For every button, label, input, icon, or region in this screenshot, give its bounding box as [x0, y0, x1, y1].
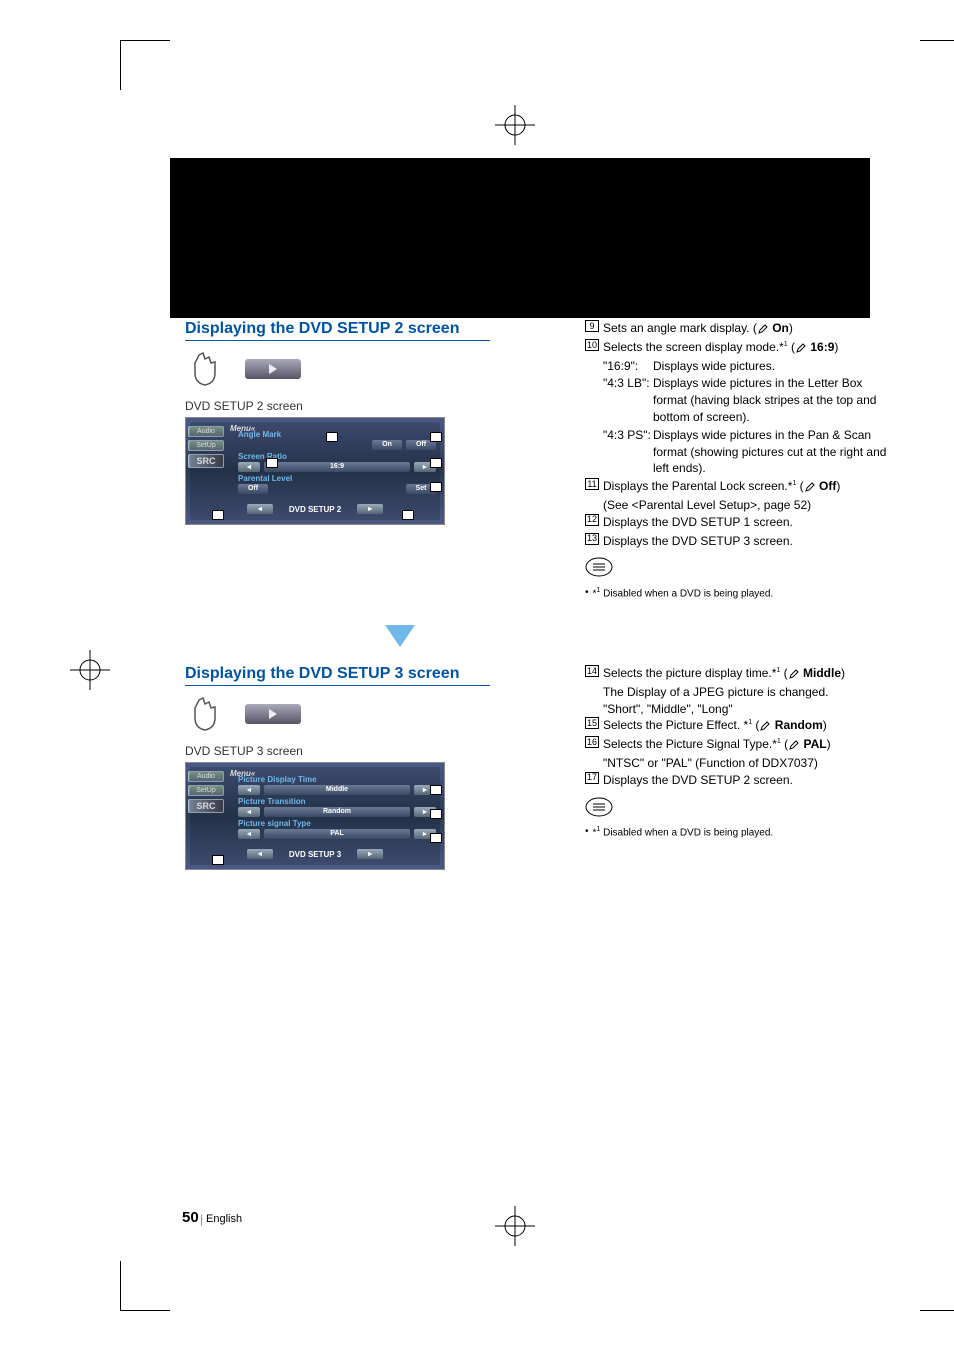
text-16: Selects the Picture Signal Type.* — [603, 737, 777, 751]
default-15: Random — [771, 718, 822, 732]
screen-ratio-prev: ◄ — [238, 462, 260, 472]
touch-hand-icon — [185, 694, 225, 734]
angle-mark-on: On — [372, 440, 402, 450]
section-dvd-setup-3: Displaying the DVD SETUP 3 screen DVD SE… — [185, 665, 875, 870]
default-14: Middle — [800, 666, 841, 680]
dvd-setup-3-screenshot: Audio SetUp SRC Menu Picture Display Tim… — [185, 762, 445, 870]
registration-mark-left — [70, 650, 110, 690]
num-9: 9 — [585, 320, 599, 332]
callout-15: 15 — [430, 809, 442, 819]
next-button[interactable] — [245, 359, 301, 379]
pst-value: PAL — [264, 829, 410, 839]
footer-title: DVD SETUP 2 — [277, 505, 353, 514]
row-pt-label: Picture Transition — [238, 797, 436, 806]
callout-12: 12 — [212, 510, 224, 520]
text-17: Displays the DVD SETUP 2 screen. — [603, 772, 895, 789]
num-12: 12 — [585, 514, 599, 526]
default-10: 16:9 — [807, 340, 834, 354]
text-10: Selects the screen display mode.* — [603, 340, 784, 354]
section-heading: Displaying the DVD SETUP 3 screen — [185, 665, 490, 686]
note-icon — [585, 797, 613, 817]
section1-descriptions: 9 Sets an angle mark display. ( On) 10 S… — [585, 320, 895, 601]
text-15: Selects the Picture Effect. * — [603, 718, 748, 732]
default-9: On — [769, 321, 789, 335]
def-43ps-desc: Displays wide pictures in the Pan & Scan… — [653, 427, 895, 477]
text-12: Displays the DVD SETUP 1 screen. — [603, 514, 895, 531]
parental-level-value: Off — [238, 484, 268, 494]
row-parental-level-label: Parental Level — [238, 474, 436, 483]
callout-16: 16 — [430, 833, 442, 843]
num-16: 16 — [585, 736, 599, 748]
def-43ps-term: "4:3 PS": — [603, 427, 653, 477]
section-dvd-setup-2: Displaying the DVD SETUP 2 screen DVD SE… — [185, 320, 875, 525]
header-black-band — [170, 158, 870, 318]
def-169-desc: Displays wide pictures. — [653, 358, 895, 375]
pencil-icon — [788, 668, 800, 680]
crop-mark-tl — [120, 40, 170, 90]
note-text-1: Disabled when a DVD is being played. — [600, 588, 773, 599]
touch-hand-icon — [185, 349, 225, 389]
text-11b: (See <Parental Level Setup>, page 52) — [603, 497, 895, 514]
row-pst-label: Picture signal Type — [238, 819, 436, 828]
callout-10b: 10 — [430, 458, 442, 468]
screen-ratio-value: 16:9 — [264, 462, 410, 472]
pencil-icon — [788, 739, 800, 751]
section2-descriptions: 14 Selects the picture display time.*1 (… — [585, 665, 895, 841]
note-icon — [585, 557, 613, 577]
pt-value: Random — [264, 807, 410, 817]
crop-mark-tr — [920, 40, 954, 90]
pst-prev: ◄ — [238, 829, 260, 839]
num-17: 17 — [585, 772, 599, 784]
callout-9a: 9 — [326, 432, 338, 442]
num-10: 10 — [585, 339, 599, 351]
footer-next: ► — [357, 504, 383, 514]
def-169-term: "16:9": — [603, 358, 653, 375]
pencil-icon — [757, 323, 769, 335]
registration-mark-top — [495, 105, 535, 145]
def-43lb-desc: Displays wide pictures in the Letter Box… — [653, 375, 895, 425]
text-9: Sets an angle mark display. ( — [603, 321, 757, 335]
pdt-value: Middle — [264, 785, 410, 795]
text-14c: "Short", "Middle", "Long" — [603, 701, 895, 718]
callout-13: 13 — [402, 510, 414, 520]
pencil-icon — [795, 342, 807, 354]
footer-next: ► — [357, 849, 383, 859]
crop-mark-bl — [120, 1261, 170, 1311]
pencil-icon — [759, 720, 771, 732]
def-43lb-term: "4:3 LB": — [603, 375, 653, 425]
default-11: Off — [816, 479, 837, 493]
row-pdt-label: Picture Display Time — [238, 775, 436, 784]
callout-11: 11 — [430, 482, 442, 492]
callout-14: 14 — [430, 785, 442, 795]
text-13: Displays the DVD SETUP 3 screen. — [603, 533, 895, 550]
num-11: 11 — [585, 478, 599, 490]
callout-10a: 10 — [266, 458, 278, 468]
next-button[interactable] — [245, 704, 301, 724]
num-14: 14 — [585, 665, 599, 677]
default-16: PAL — [800, 737, 826, 751]
dvd-setup-2-screenshot: Audio SetUp SRC Menu Angle Mark On Off S… — [185, 417, 445, 525]
note-text-2: Disabled when a DVD is being played. — [600, 828, 773, 839]
text-14b: The Display of a JPEG picture is changed… — [603, 684, 895, 701]
pencil-icon — [804, 481, 816, 493]
text-16b: "NTSC" or "PAL" (Function of DDX7037) — [603, 755, 895, 772]
section-heading: Displaying the DVD SETUP 2 screen — [185, 320, 490, 341]
pt-prev: ◄ — [238, 807, 260, 817]
footer-title: DVD SETUP 3 — [277, 850, 353, 859]
num-13: 13 — [585, 533, 599, 545]
text-11: Displays the Parental Lock screen.* — [603, 479, 792, 493]
crop-mark-br — [920, 1261, 954, 1311]
text-14: Selects the picture display time.* — [603, 666, 776, 680]
registration-mark-bottom — [495, 1206, 535, 1246]
callout-17: 17 — [212, 855, 224, 865]
num-15: 15 — [585, 717, 599, 729]
page-divider: | — [200, 1212, 203, 1226]
footer-prev: ◄ — [247, 504, 273, 514]
page-number: 50 — [182, 1209, 199, 1226]
pdt-prev: ◄ — [238, 785, 260, 795]
page-language: English — [206, 1213, 242, 1225]
callout-9b: 9 — [430, 432, 442, 442]
footer-prev: ◄ — [247, 849, 273, 859]
continue-down-arrow-icon — [385, 625, 415, 651]
